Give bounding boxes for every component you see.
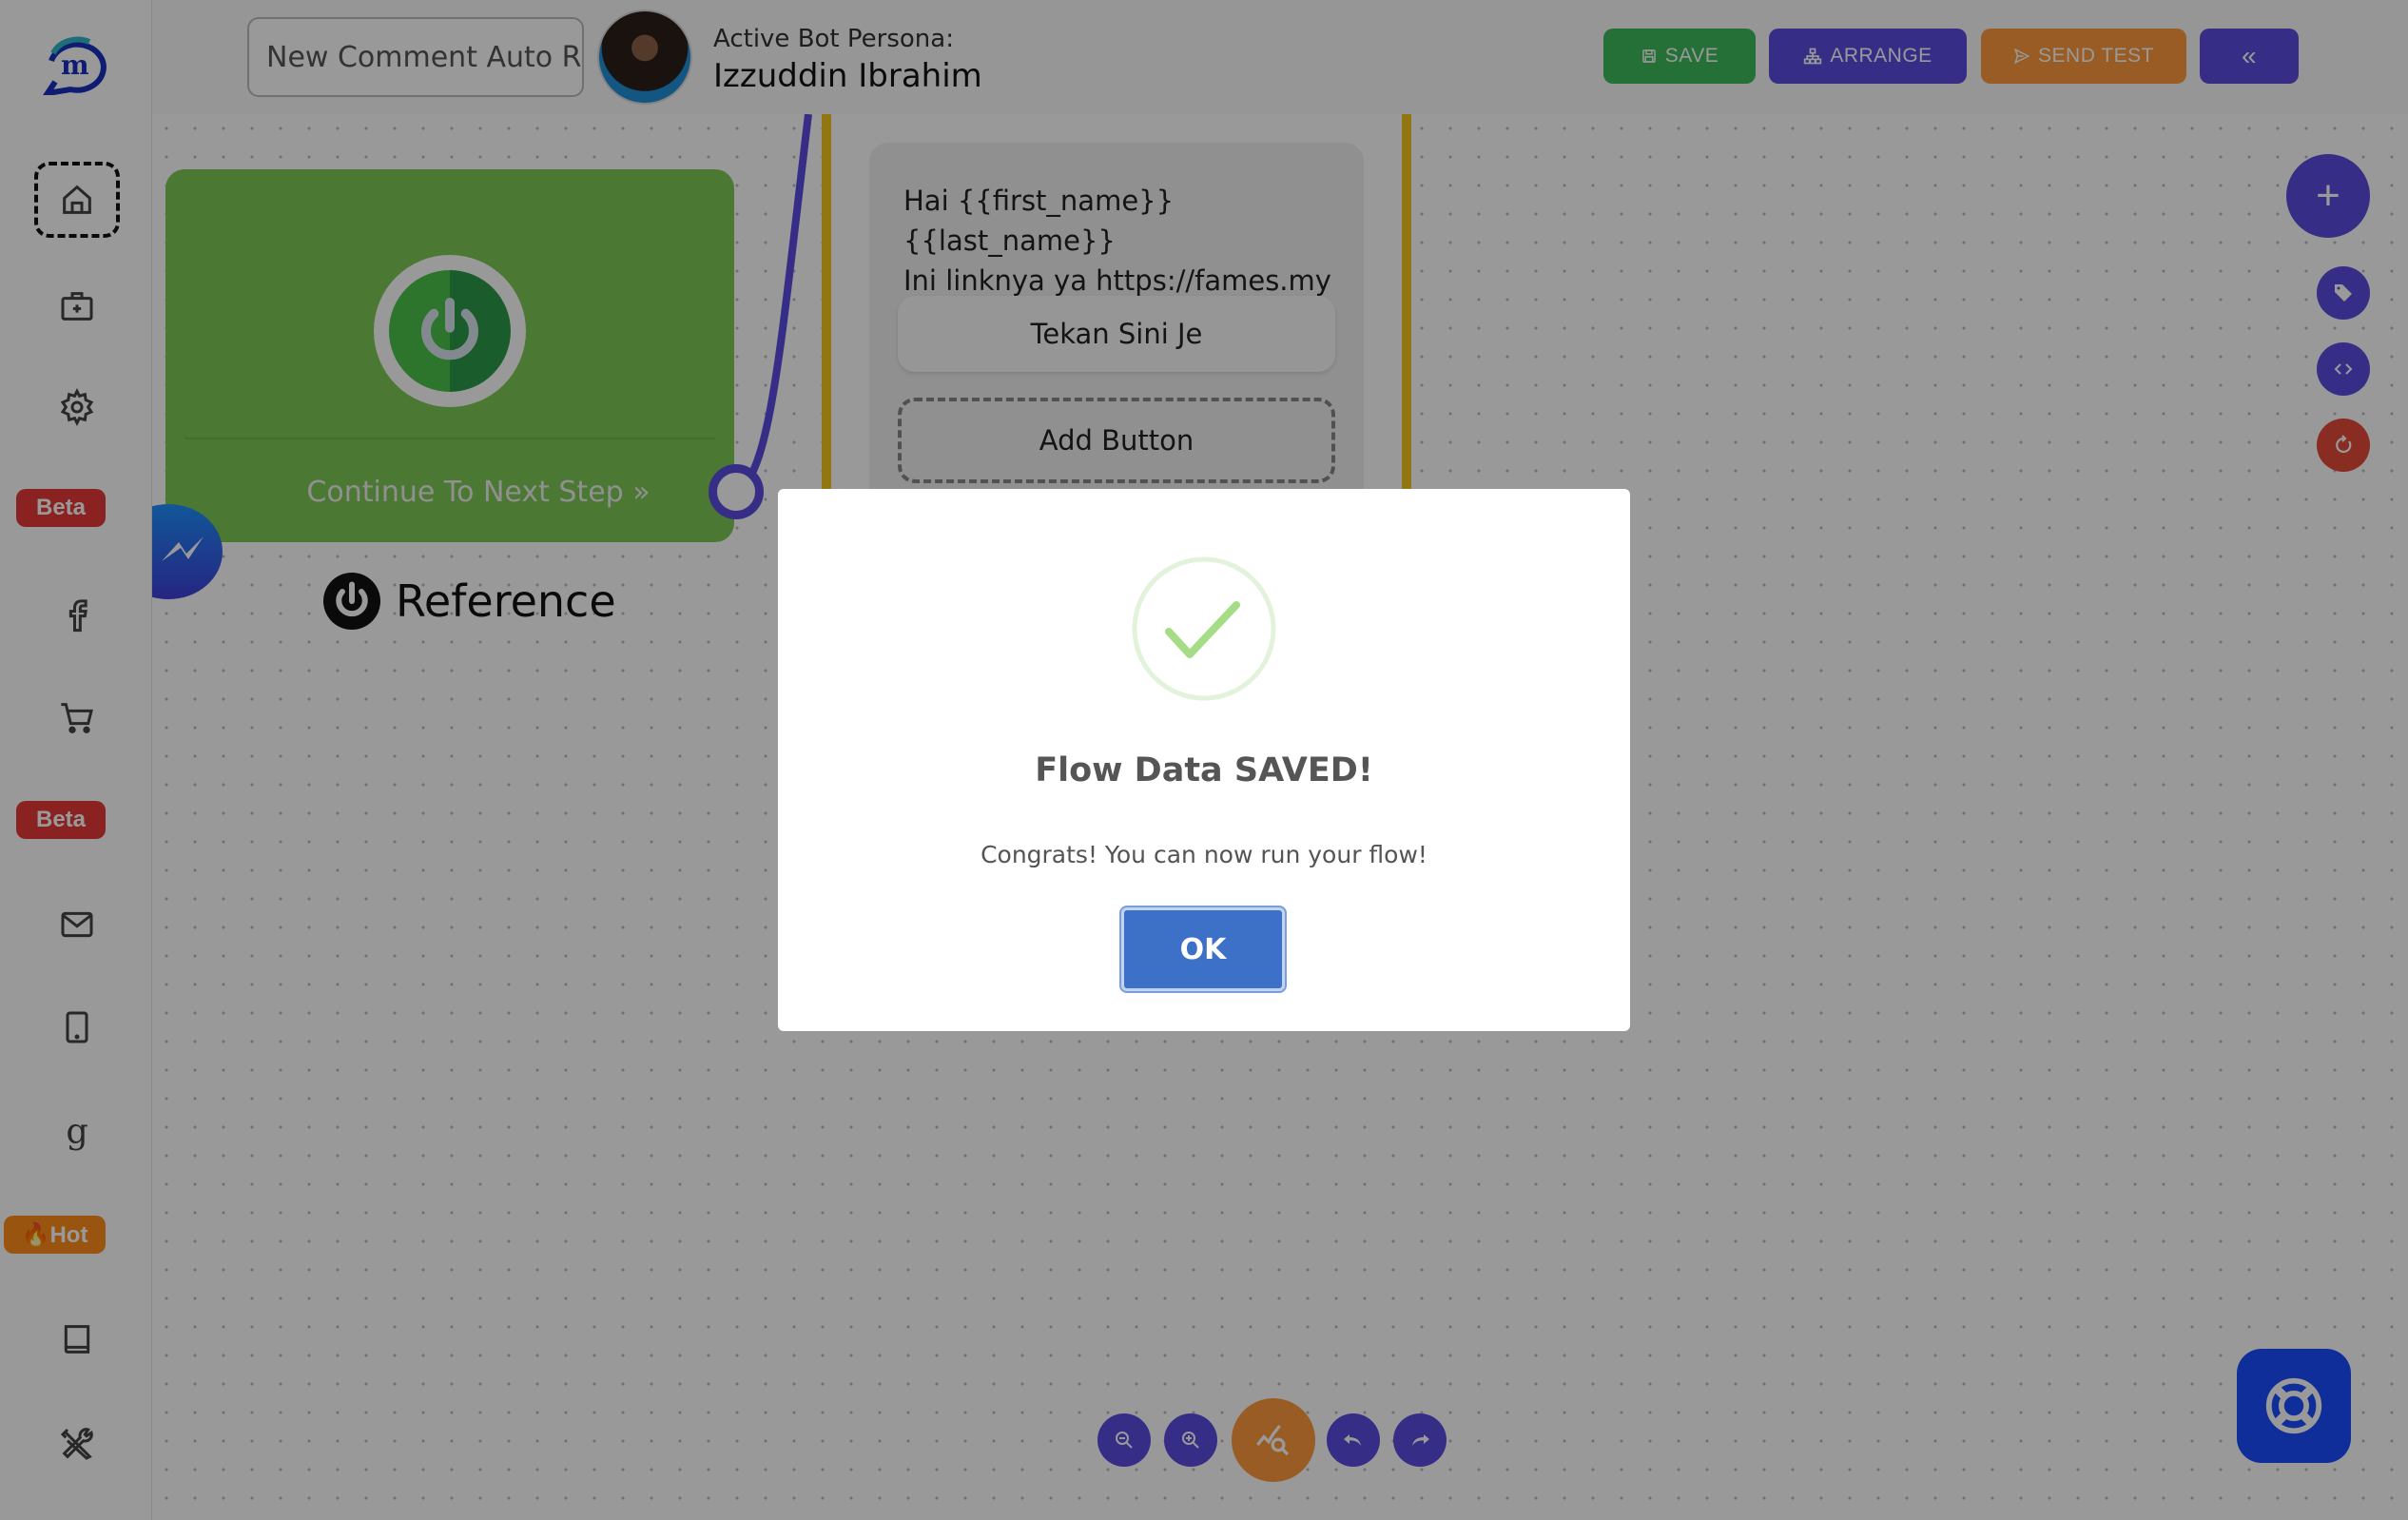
- dialog-message: Congrats! You can now run your flow!: [981, 841, 1427, 868]
- success-check-icon: [1132, 556, 1276, 701]
- dialog-title: Flow Data SAVED!: [1035, 751, 1373, 789]
- success-dialog: Flow Data SAVED! Congrats! You can now r…: [778, 489, 1630, 1031]
- ok-button[interactable]: OK: [1121, 907, 1285, 991]
